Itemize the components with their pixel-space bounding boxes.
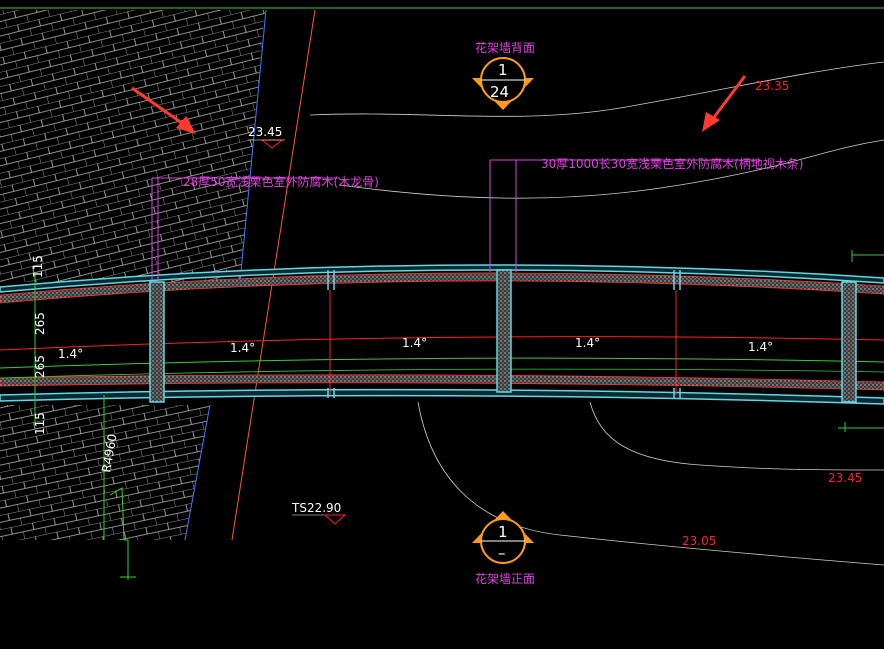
callout-front-title: 花架墙正面 — [475, 571, 535, 586]
beam-bottom-cap — [0, 388, 884, 405]
dim-angle-4: 1.4° — [748, 340, 773, 354]
paving-hatch-top-left — [0, 10, 265, 282]
elevation-bottom-center: 23.05 — [682, 534, 716, 548]
callout-front-sheet: – — [498, 544, 506, 562]
dim-angle-3: 1.4° — [575, 336, 600, 350]
contour-upper — [309, 61, 884, 117]
elevation-top-right: 23.35 — [755, 79, 789, 93]
section-callout-front: 1 – 花架墙正面 — [472, 511, 535, 586]
callout-back-number: 1 — [498, 61, 508, 79]
section-callout-back: 花架墙背面 1 24 — [472, 40, 535, 110]
callout-back-sheet: 24 — [490, 83, 509, 101]
post-1 — [149, 281, 165, 403]
post-2 — [496, 269, 512, 393]
dim-angle-2: 1.4° — [402, 336, 427, 350]
post-3 — [841, 281, 857, 403]
note-wood-right: 30厚1000长30宽浅栗色室外防腐木(柄地视木条) — [541, 156, 803, 171]
dim-115-bottom: 115 — [33, 412, 47, 435]
green-dimension-line — [0, 357, 884, 369]
elevation-ts: TS22.90 — [291, 501, 341, 515]
callout-back-title: 花架墙背面 — [475, 40, 535, 55]
contour-lower-right — [589, 401, 884, 471]
dim-angle-1: 1.4° — [230, 341, 255, 355]
dim-angle-left: 1.4° — [58, 347, 83, 361]
leader-right — [489, 159, 760, 272]
dim-115-top: 115 — [31, 255, 45, 278]
dim-265-a: 265 — [33, 312, 47, 335]
beam-bottom-hatch — [0, 374, 884, 391]
note-wood-left: 28厚50宽浅栗色室外防腐木(木龙骨) — [183, 174, 379, 189]
callout-front-number: 1 — [498, 523, 508, 541]
elevation-right-lower: 23.45 — [828, 471, 862, 485]
red-arrow-right — [702, 75, 747, 132]
dim-265-b: 265 — [33, 355, 47, 378]
elevation-top-left: 23.45 — [248, 125, 282, 139]
elevation-marker-ts: TS22.90 — [291, 501, 347, 525]
cad-drawing-canvas: 23.45 TS22.90 23.35 23.45 23.05 28厚50宽浅栗… — [0, 0, 884, 649]
